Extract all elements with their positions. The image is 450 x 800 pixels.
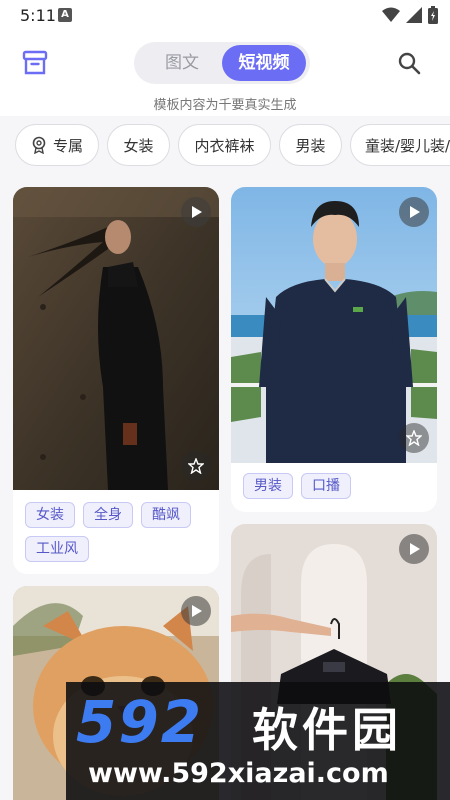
site-watermark: 592 软件园 www.592xiazai.com — [66, 682, 450, 800]
play-icon — [192, 605, 202, 617]
chip-label: 男装 — [295, 136, 326, 155]
chip-mens[interactable]: 男装 — [279, 124, 342, 166]
tab-short-video[interactable]: 短视频 — [222, 45, 306, 81]
play-icon — [410, 206, 420, 218]
favorite-button[interactable] — [181, 451, 211, 481]
play-button[interactable] — [399, 534, 429, 564]
card-tag[interactable]: 全身 — [83, 502, 133, 528]
template-notice: 模板内容为千要真实生成 — [153, 98, 297, 113]
status-icons — [382, 6, 438, 24]
battery-icon — [428, 6, 438, 24]
chip-label: 专属 — [52, 136, 83, 155]
card-tag[interactable]: 工业风 — [25, 536, 89, 562]
badge-icon — [32, 136, 46, 154]
chip-underwear[interactable]: 内衣裤袜 — [178, 124, 271, 166]
chip-womens[interactable]: 女装 — [107, 124, 170, 166]
favorite-button[interactable] — [399, 423, 429, 453]
play-button[interactable] — [399, 197, 429, 227]
status-bar: 5:11 A — [0, 0, 450, 32]
play-icon — [192, 206, 202, 218]
card-tag[interactable]: 口播 — [301, 473, 351, 499]
status-time: 5:11 — [20, 6, 56, 25]
search-icon — [398, 52, 421, 75]
signal-icon — [406, 7, 422, 23]
chip-exclusive[interactable]: 专属 — [15, 124, 99, 166]
video-card[interactable]: 女装 全身 酷飒 工业风 — [13, 187, 219, 574]
watermark-url: www.592xiazai.com — [88, 758, 389, 789]
video-thumbnail — [13, 187, 219, 490]
video-card[interactable]: 男装 口播 — [231, 187, 437, 512]
chip-label: 内衣裤袜 — [194, 136, 255, 155]
star-icon — [188, 458, 204, 474]
wifi-icon — [382, 7, 400, 22]
watermark-logo: 592 — [76, 688, 204, 756]
archive-icon — [22, 50, 48, 75]
star-icon — [406, 430, 422, 446]
watermark-name: 软件园 — [252, 703, 402, 757]
chip-label: 童装/婴儿装/ — [365, 136, 450, 155]
play-button[interactable] — [181, 197, 211, 227]
tab-image-text[interactable]: 图文 — [142, 42, 222, 84]
content-type-switch: 图文 短视频 — [134, 42, 310, 84]
notification-icon: A — [58, 8, 72, 22]
archive-button[interactable] — [20, 48, 50, 78]
card-tag[interactable]: 男装 — [243, 473, 293, 499]
card-tag[interactable]: 女装 — [25, 502, 75, 528]
play-button[interactable] — [181, 596, 211, 626]
card-tag[interactable]: 酷飒 — [141, 502, 191, 528]
chip-label: 女装 — [123, 136, 154, 155]
search-button[interactable] — [394, 48, 424, 78]
top-header: 图文 短视频 模板内容为千要真实生成 — [0, 32, 450, 116]
chip-kids[interactable]: 童装/婴儿装/ — [350, 124, 450, 166]
play-icon — [410, 543, 420, 555]
video-thumbnail — [231, 187, 437, 463]
category-chips: 专属 女装 内衣裤袜 男装 童装/婴儿装/ — [0, 124, 450, 168]
